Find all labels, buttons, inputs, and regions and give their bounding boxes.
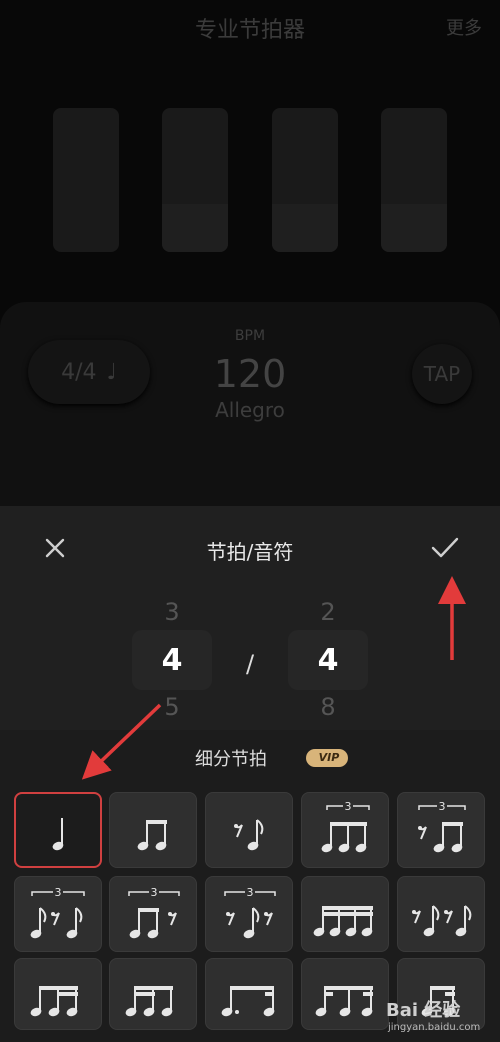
- note-picker-selected[interactable]: 4: [298, 643, 358, 678]
- subdivision-option-triplet-rest-two-eighths[interactable]: 3: [397, 792, 485, 868]
- beat-bar-2[interactable]: [162, 108, 228, 252]
- svg-text:3: 3: [151, 886, 158, 899]
- sheet-title: 节拍/音符: [206, 540, 294, 564]
- tap-button[interactable]: TAP: [412, 344, 472, 404]
- subdivision-option-eighth-triplet[interactable]: 3: [301, 792, 389, 868]
- subdivision-option-two-sixteenths-eighth[interactable]: [109, 958, 197, 1030]
- note-pattern-icon: [52, 818, 64, 851]
- beats-picker-above[interactable]: 3: [142, 598, 202, 626]
- note-pattern-icon: 3: [321, 800, 370, 853]
- beats-picker-selected[interactable]: 4: [142, 643, 202, 678]
- note-pattern-icon: [313, 906, 373, 937]
- note-picker-below[interactable]: 8: [298, 693, 358, 721]
- svg-text:3: 3: [247, 886, 254, 899]
- note-pattern-icon: [412, 905, 472, 937]
- subdivision-option-two-eighths[interactable]: [109, 792, 197, 868]
- note-pattern-icon: 3: [30, 886, 85, 939]
- check-icon[interactable]: [428, 533, 462, 563]
- tempo-name: Allegro: [215, 398, 285, 422]
- subdivision-option-eighth-rest-eighth[interactable]: [205, 792, 293, 868]
- subdivision-option-sixteenth-rest-alternating[interactable]: [397, 876, 485, 952]
- subdivision-option-triplet-eighth-rest-eighth[interactable]: 3: [14, 876, 102, 952]
- svg-text:3: 3: [345, 800, 352, 813]
- note-pattern-icon: [315, 986, 373, 1017]
- subdivision-option-triplet-rest-eighth-rest[interactable]: 3: [205, 876, 293, 952]
- watermark-url: jingyan.baidu.com: [388, 1022, 481, 1033]
- note-pattern-icon: 3: [128, 886, 180, 939]
- subdivision-option-four-sixteenths[interactable]: [301, 876, 389, 952]
- note-pattern-icon: 3: [418, 800, 466, 853]
- bpm-label: BPM: [234, 328, 266, 344]
- subdivision-option-dotted-eighth-sixteenth[interactable]: [205, 958, 293, 1030]
- app-title: 专业节拍器: [194, 18, 305, 43]
- beat-bar-3[interactable]: [272, 108, 338, 252]
- subdivision-option-sixteenth-eighth-sixteenth[interactable]: [301, 958, 389, 1030]
- svg-text:3: 3: [55, 886, 62, 899]
- baidu-watermark: Bai 经验: [386, 1000, 461, 1021]
- note-pattern-icon: [221, 986, 275, 1017]
- picker-separator: /: [245, 650, 255, 678]
- note-picker-above[interactable]: 2: [298, 598, 358, 626]
- note-pattern-icon: [30, 986, 78, 1017]
- subdivision-title: 细分节拍: [195, 749, 267, 770]
- beat-bar-1[interactable]: [53, 108, 119, 252]
- vip-badge: VIP: [306, 749, 348, 767]
- beat-bar-4[interactable]: [381, 108, 447, 252]
- svg-text:3: 3: [439, 800, 446, 813]
- subdivision-option-triplet-two-eighths-rest[interactable]: 3: [109, 876, 197, 952]
- note-pattern-icon: [234, 819, 264, 851]
- note-pattern-icon: [125, 986, 173, 1017]
- subdivision-option-eighth-two-sixteenths[interactable]: [14, 958, 102, 1030]
- note-pattern-icon: [137, 820, 167, 851]
- subdivision-option-quarter[interactable]: [14, 792, 102, 868]
- more-button[interactable]: 更多: [446, 14, 482, 40]
- beats-picker-below[interactable]: 5: [142, 693, 202, 721]
- note-pattern-icon: 3: [224, 886, 276, 939]
